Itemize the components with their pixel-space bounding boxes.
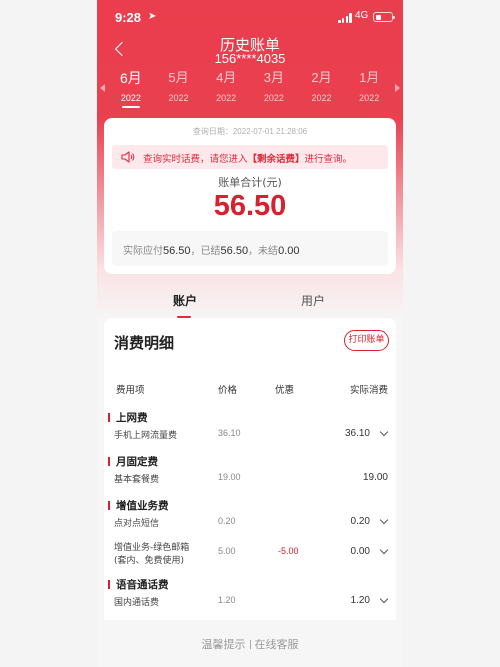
status-time: 9:28	[115, 10, 142, 25]
month-tab-3[interactable]: 3月 2022	[250, 70, 298, 110]
column-actual: 实际消费	[349, 385, 388, 396]
detail-title: 消费明细	[114, 334, 175, 352]
phone-screen: 9:28 ➤ 4G 历史账单 156****4035 6月 2022 5月 20…	[97, 0, 403, 667]
section-marker	[108, 413, 110, 422]
notice-text: 查询实时话费，请您进入【剩余话费】进行查询。	[143, 151, 352, 165]
settled-value: 56.50	[220, 245, 249, 257]
bill-total: 56.50	[213, 190, 287, 222]
row-name: 点对点短信	[114, 519, 160, 529]
row-price: 19.00	[218, 472, 241, 482]
payable-value: 56.50	[163, 245, 191, 257]
year-label: 2022	[359, 93, 380, 103]
row-actual: 36.10	[344, 428, 370, 439]
section-title: 语音通话费	[116, 579, 169, 591]
months-scroll-left-icon[interactable]	[100, 84, 105, 92]
query-date: 查询日期：2022-07-01 21:28:06	[192, 127, 308, 136]
status-bar: 9:28 ➤ 4G	[97, 0, 403, 34]
realtime-fee-notice[interactable]: 查询实时话费，请您进入【剩余话费】进行查询。	[112, 145, 388, 169]
speaker-icon	[121, 151, 135, 163]
month-tab-1[interactable]: 1月 2022	[345, 70, 393, 110]
column-price: 价格	[218, 385, 238, 396]
month-tab-4[interactable]: 4月 2022	[202, 70, 250, 110]
chevron-down-icon[interactable]	[379, 545, 389, 555]
chevron-down-icon[interactable]	[379, 594, 389, 604]
month-tab-6[interactable]: 6月 2022	[107, 70, 155, 110]
month-tab-5[interactable]: 5月 2022	[155, 70, 203, 110]
payable-label: 实际应付	[123, 246, 163, 257]
notice-suffix: 进行查询。	[304, 154, 353, 165]
row-actual: 1.20	[350, 595, 370, 606]
row-actual: 19.00	[362, 472, 388, 483]
network-type: 4G	[355, 10, 369, 21]
total-label: 账单合计(元)	[218, 176, 282, 189]
row-name-note: (套内、免费使用)	[114, 556, 185, 566]
tips-link[interactable]: 温馨提示	[202, 638, 246, 651]
month-label: 1月	[359, 70, 380, 85]
divider	[249, 640, 251, 649]
account-user-tabs: 账户 用户	[97, 284, 403, 318]
location-arrow-icon: ➤	[148, 11, 157, 22]
signal-icon	[338, 13, 352, 23]
tab-account[interactable]: 账户	[173, 292, 197, 318]
screenshot-stage: 9:28 ➤ 4G 历史账单 156****4035 6月 2022 5月 20…	[0, 0, 500, 667]
chevron-down-icon[interactable]	[379, 427, 389, 437]
section-marker	[108, 501, 110, 510]
month-label: 4月	[216, 70, 237, 85]
settled-label: ，已结	[190, 246, 221, 257]
section-marker	[108, 580, 110, 589]
year-label: 2022	[216, 93, 237, 103]
notice-prefix: 查询实时话费，请您进入	[143, 154, 248, 165]
remaining-fee-link[interactable]: 【剩余话费】	[248, 154, 305, 165]
section-title: 上网费	[116, 412, 148, 424]
online-service-link[interactable]: 在线客服	[255, 638, 299, 651]
row-name: 增值业务-绿色邮箱	[114, 543, 190, 553]
row-name: 国内通话费	[114, 598, 160, 608]
column-item: 费用项	[116, 385, 145, 396]
month-selector: 6月 2022 5月 2022 4月 2022 3月 2022 2月 2022 …	[107, 70, 393, 110]
chevron-down-icon[interactable]	[379, 515, 389, 525]
unsettled-value: 0.00	[278, 245, 300, 257]
battery-icon	[373, 12, 395, 22]
row-name: 基本套餐费	[114, 475, 160, 485]
row-price: 5.00	[218, 546, 236, 556]
bill-summary-card: 查询日期：2022-07-01 21:28:06 查询实时话费，请您进入【剩余话…	[104, 118, 396, 274]
year-label: 2022	[311, 93, 332, 103]
month-label: 6月	[119, 70, 142, 86]
footer-links: 温馨提示 在线客服	[97, 636, 403, 652]
month-label: 2月	[311, 70, 332, 85]
year-label: 2022	[168, 93, 189, 103]
tab-user[interactable]: 用户	[301, 292, 325, 309]
year-label: 2022	[120, 93, 141, 103]
payment-status: 实际应付56.50，已结56.50，未结0.00	[112, 231, 388, 266]
row-actual: 0.20	[350, 516, 370, 527]
year-label: 2022	[263, 93, 284, 103]
print-bill-button[interactable]: 打印账单	[344, 330, 389, 351]
row-price: 0.20	[218, 516, 236, 526]
section-marker	[108, 457, 110, 466]
month-tab-2[interactable]: 2月 2022	[298, 70, 346, 110]
row-price: 1.20	[218, 595, 236, 605]
section-title: 增值业务费	[116, 500, 169, 512]
row-actual: 0.00	[350, 546, 370, 557]
section-title: 月固定费	[116, 456, 158, 468]
row-price: 36.10	[218, 428, 241, 438]
column-discount: 优惠	[275, 385, 295, 396]
consumption-detail-card: 消费明细 打印账单 费用项 价格 优惠 实际消费 上网费 手机上网流量费 36.…	[104, 318, 396, 620]
phone-number: 156****4035	[214, 51, 286, 66]
month-label: 3月	[263, 70, 284, 85]
months-scroll-right-icon[interactable]	[395, 84, 400, 92]
row-name: 手机上网流量费	[114, 431, 178, 441]
unsettled-label: ，未结	[248, 246, 279, 257]
month-label: 5月	[168, 70, 189, 85]
row-discount: -5.00	[278, 546, 299, 556]
